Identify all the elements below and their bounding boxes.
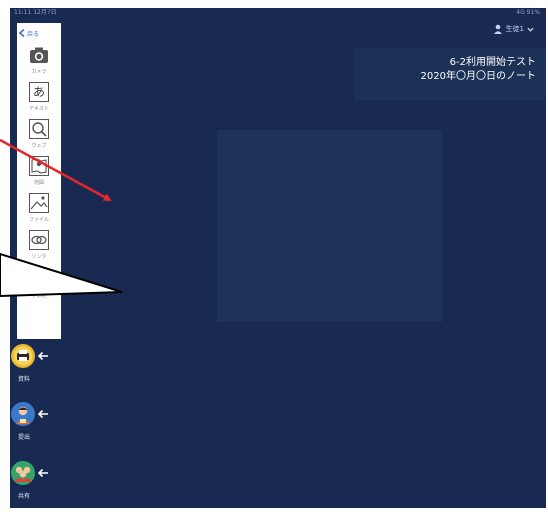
map-tool[interactable]: 地図: [21, 156, 57, 190]
link-icon: [29, 230, 49, 250]
text-icon: あ: [29, 82, 49, 102]
more-label: その他: [31, 293, 47, 299]
share-label: 共有: [17, 493, 30, 500]
submit-label: 提出: [17, 434, 30, 441]
back-label: 戻る: [27, 30, 40, 38]
user-name: 生徒1: [505, 25, 524, 33]
status-indicators: 4G 91%: [516, 9, 540, 16]
note-title: 6-2利用開始テスト: [449, 57, 536, 68]
printer-icon: [11, 344, 35, 368]
camera-icon: [30, 47, 48, 63]
camera-tool[interactable]: カメラ: [21, 45, 57, 79]
student-icon: [11, 402, 35, 426]
search-icon: [29, 119, 49, 139]
chevron-down-icon: [527, 27, 534, 32]
web-label: ウェブ: [31, 143, 47, 149]
arrow-left-icon: [37, 351, 48, 361]
app-screen: 11:11 12月7日 4G 91% 生徒1 6-2利用開始テスト 2020年〇…: [10, 8, 546, 508]
back-button[interactable]: 戻る: [19, 27, 39, 39]
materials-button[interactable]: 資料: [11, 344, 55, 394]
question-icon: Q: [29, 269, 49, 289]
status-time: 11:11 12月7日: [14, 9, 57, 16]
chevron-left-icon: [19, 29, 25, 37]
arrow-left-icon: [37, 409, 48, 419]
group-icon: [11, 461, 35, 485]
file-label: ファイル: [28, 217, 49, 223]
camera-label: カメラ: [31, 69, 47, 75]
note-title-card: 6-2利用開始テスト 2020年〇月〇日のノート: [354, 48, 546, 100]
status-bar: 11:11 12月7日 4G 91%: [10, 8, 546, 18]
file-tool[interactable]: ファイル: [21, 193, 57, 227]
note-canvas-area[interactable]: [217, 130, 442, 322]
map-label: 地図: [33, 180, 44, 186]
tool-palette: 戻る カメラ あ テキスト ウェブ 地図 ファイル リンク Q その他: [17, 23, 61, 339]
map-icon: [29, 156, 49, 176]
materials-label: 資料: [17, 376, 30, 383]
submit-button[interactable]: 提出: [11, 402, 55, 452]
note-date: 2020年〇月〇日のノート: [420, 71, 536, 82]
user-menu[interactable]: 生徒1: [493, 22, 534, 36]
image-icon: [29, 193, 49, 213]
share-button[interactable]: 共有: [11, 461, 55, 511]
text-label: テキスト: [29, 106, 49, 112]
user-icon: [493, 24, 502, 34]
text-tool[interactable]: あ テキスト: [21, 82, 57, 116]
web-tool[interactable]: ウェブ: [21, 119, 57, 153]
link-tool[interactable]: リンク: [21, 230, 57, 264]
arrow-left-icon: [37, 468, 48, 478]
link-label: リンク: [31, 254, 47, 260]
more-tool[interactable]: Q その他: [21, 269, 57, 303]
